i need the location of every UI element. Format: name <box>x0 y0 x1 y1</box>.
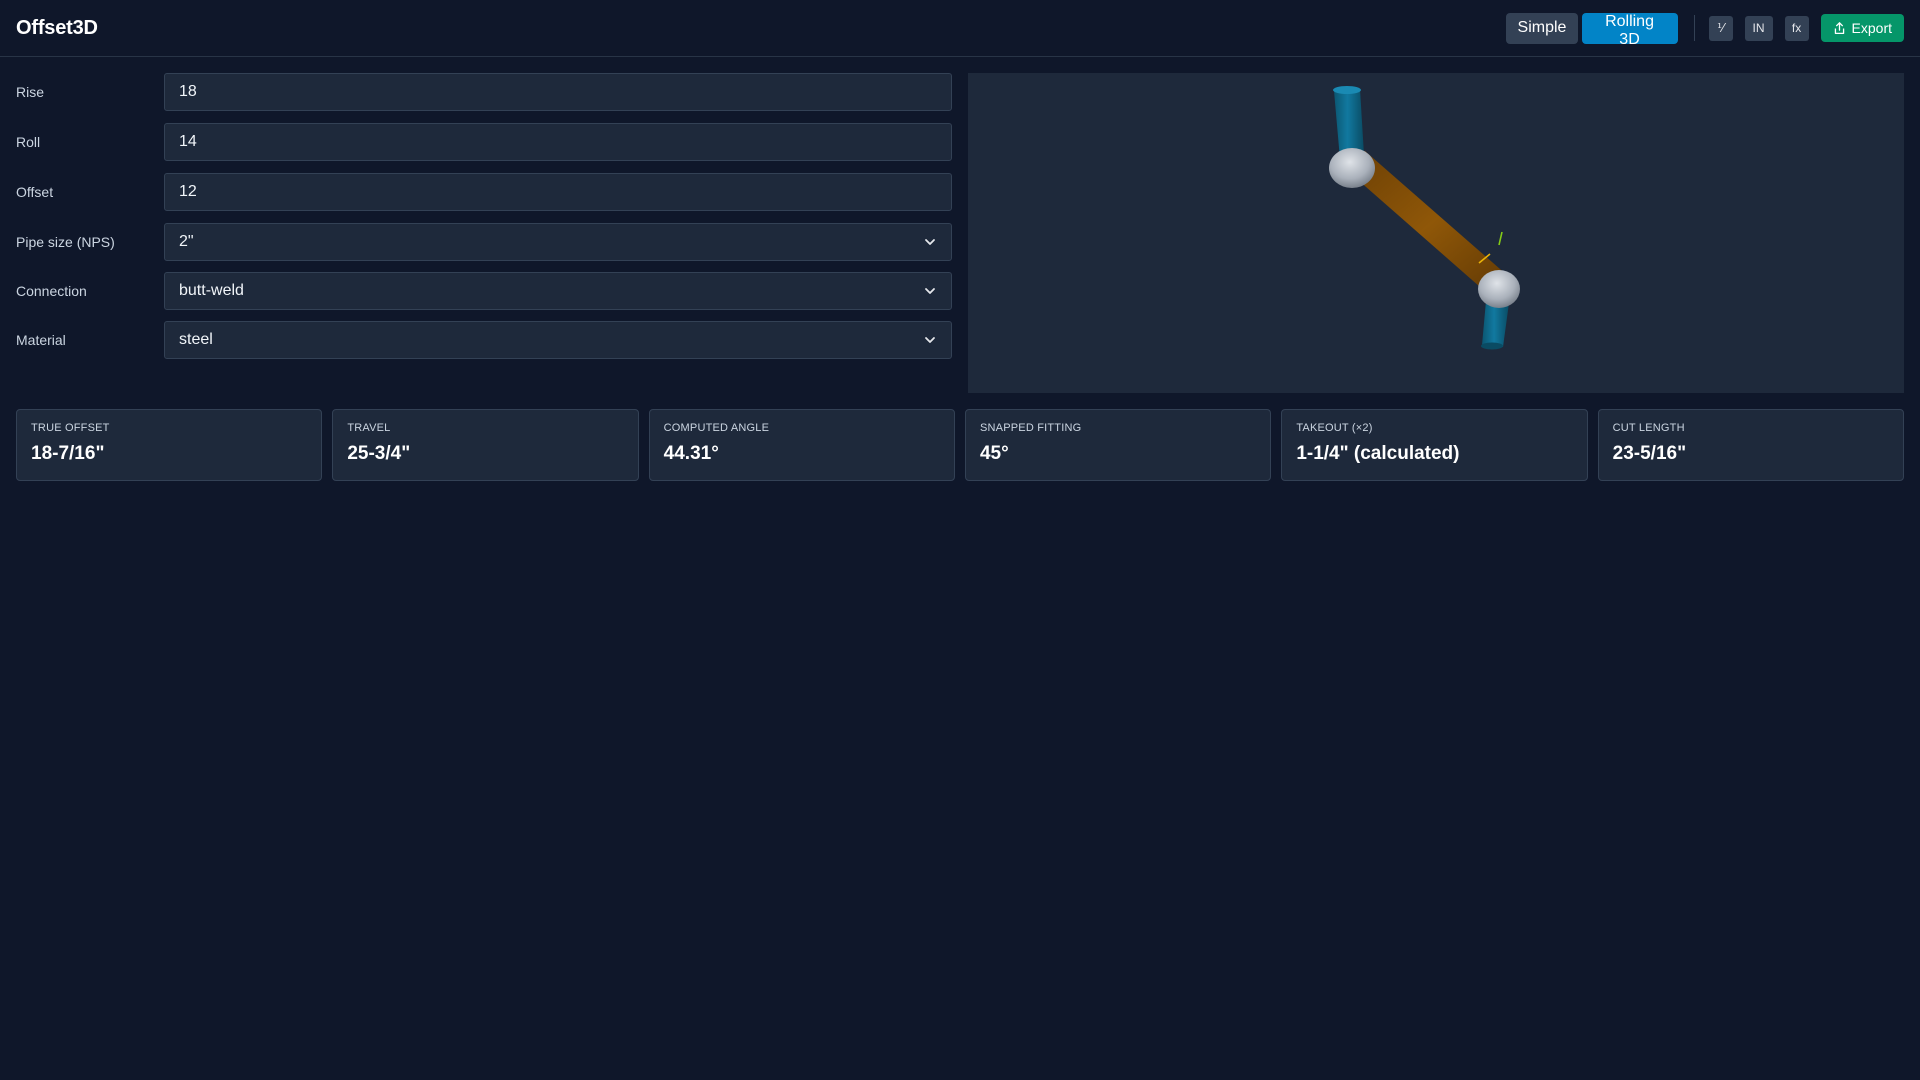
result-label: SNAPPED FITTING <box>979 422 1082 434</box>
material-value: steel <box>179 331 213 348</box>
material-select[interactable]: steel <box>164 321 952 359</box>
chevron-down-icon <box>925 239 935 245</box>
result-value: 44.31° <box>663 443 719 464</box>
result-card-takeout: TAKEOUT (×2) 1-1/4" (calculated) <box>1281 409 1588 481</box>
share-upload-icon <box>1834 21 1844 34</box>
result-card-travel: TRAVEL 25-3/4" <box>332 409 639 481</box>
result-value: 18-7/16" <box>31 443 105 464</box>
rise-row: Rise <box>16 73 952 111</box>
upper-pipe-end <box>1333 86 1364 159</box>
result-label: TAKEOUT (×2) <box>1296 422 1373 434</box>
mode-rolling-3d-button[interactable]: Rolling 3D <box>1581 12 1678 48</box>
chevron-down-icon <box>925 337 935 343</box>
connection-row: Connection butt-weld <box>16 272 952 310</box>
result-card-true-offset: TRUE OFFSET 18-7/16" <box>16 409 323 481</box>
mode-simple-button[interactable]: Simple <box>1505 12 1578 44</box>
export-label: Export <box>1851 20 1892 36</box>
connection-value: butt-weld <box>179 282 244 299</box>
3d-viewer[interactable] <box>968 73 1904 393</box>
result-label: TRUE OFFSET <box>31 422 110 434</box>
material-row: Material steel <box>16 321 952 359</box>
result-value: 45° <box>979 443 1009 464</box>
roll-input[interactable] <box>164 123 952 161</box>
result-label: COMPUTED ANGLE <box>663 422 770 434</box>
roll-row: Roll <box>16 123 952 161</box>
result-card-snapped-fitting: SNAPPED FITTING 45° <box>964 409 1272 481</box>
offset-label: Offset <box>16 184 54 200</box>
pipe-size-row: Pipe size (NPS) 2" <box>16 223 952 261</box>
app-title: Offset3D <box>16 16 98 39</box>
formula-button[interactable]: fx <box>1784 15 1809 41</box>
top-bar: Offset3D Simple Rolling 3D ⅟ IN fx Expor… <box>0 0 1920 57</box>
pipe-size-label: Pipe size (NPS) <box>16 234 115 250</box>
rise-label: Rise <box>16 84 45 100</box>
result-value: 23-5/16" <box>1612 443 1687 464</box>
units-toggle-button[interactable]: IN <box>1744 15 1773 41</box>
result-value: 25-3/4" <box>347 443 411 464</box>
result-label: TRAVEL <box>347 422 391 434</box>
pipe-size-select[interactable]: 2" <box>164 223 952 261</box>
toolbar: Simple Rolling 3D ⅟ IN fx Export <box>1505 12 1904 48</box>
lower-elbow <box>1478 270 1520 308</box>
upper-elbow <box>1329 148 1375 188</box>
input-form: Rise Roll Offset Pipe size (NPS) 2" Conn… <box>16 73 952 370</box>
lower-pipe-end <box>1481 301 1509 350</box>
connection-label: Connection <box>16 283 87 299</box>
material-label: Material <box>16 332 66 348</box>
results-cards: TRUE OFFSET 18-7/16" TRAVEL 25-3/4" COMP… <box>16 409 1904 481</box>
toolbar-divider <box>1693 15 1695 41</box>
roll-label: Roll <box>16 134 41 150</box>
offset-input[interactable] <box>164 173 952 211</box>
export-button[interactable]: Export <box>1820 14 1904 42</box>
result-card-cut-length: CUT LENGTH 23-5/16" <box>1597 409 1904 481</box>
chevron-down-icon <box>925 288 935 294</box>
pipe-size-value: 2" <box>179 233 194 250</box>
connection-select[interactable]: butt-weld <box>164 272 952 310</box>
result-card-computed-angle: COMPUTED ANGLE 44.31° <box>648 409 955 481</box>
result-value: 1-1/4" (calculated) <box>1296 443 1460 464</box>
pipe-model[interactable] <box>968 73 1904 393</box>
rise-input[interactable] <box>164 73 952 111</box>
offset-row: Offset <box>16 173 952 211</box>
fraction-format-button[interactable]: ⅟ <box>1708 15 1733 41</box>
result-label: CUT LENGTH <box>1612 422 1685 434</box>
